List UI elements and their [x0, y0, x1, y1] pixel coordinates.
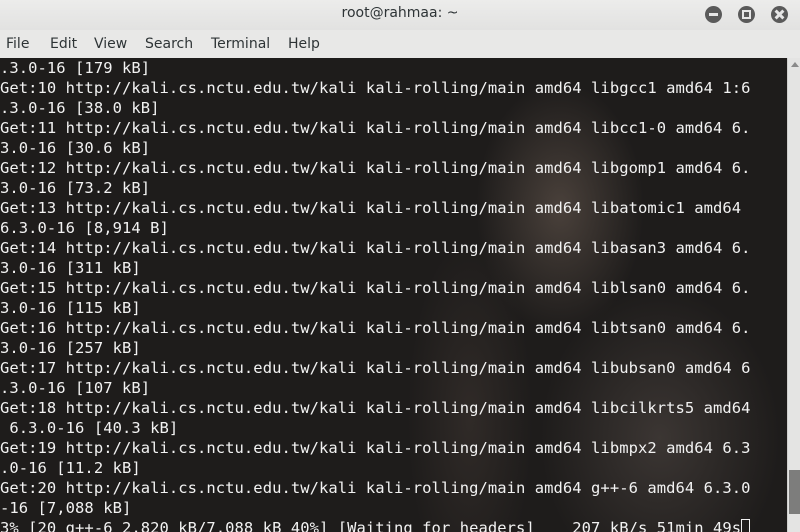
- terminal-line: -16 [7,088 kB]: [0, 499, 131, 518]
- terminal-line-text: Get:12 http://kali.cs.nctu.edu.tw/kali k…: [0, 159, 751, 177]
- title-bar[interactable]: root@rahmaa: ~: [0, 0, 800, 30]
- terminal-output[interactable]: .3.0-16 [179 kB] Get:10 http://kali.cs.nc…: [0, 58, 787, 532]
- terminal-line-text: Get:19 http://kali.cs.nctu.edu.tw/kali k…: [0, 439, 751, 457]
- terminal-line: Get:19 http://kali.cs.nctu.edu.tw/kali k…: [0, 439, 751, 458]
- menu-file[interactable]: File: [6, 36, 29, 52]
- menu-search[interactable]: Search: [145, 36, 193, 52]
- terminal-line-text: Get:17 http://kali.cs.nctu.edu.tw/kali k…: [0, 359, 751, 377]
- terminal-line-text: Get:20 http://kali.cs.nctu.edu.tw/kali k…: [0, 479, 751, 497]
- terminal-line: Get:14 http://kali.cs.nctu.edu.tw/kali k…: [0, 239, 751, 258]
- terminal-line: Get:17 http://kali.cs.nctu.edu.tw/kali k…: [0, 359, 751, 378]
- scroll-up-arrow-icon[interactable]: [791, 62, 799, 67]
- terminal-line-text: .3.0-16 [179 kB]: [0, 59, 151, 77]
- terminal-line: Get:18 http://kali.cs.nctu.edu.tw/kali k…: [0, 399, 751, 418]
- terminal-line-text: 3.0-16 [115 kB]: [0, 299, 141, 317]
- terminal-line-text: 6.3.0-16 [40.3 kB]: [0, 419, 179, 437]
- terminal-line-text: Get:18 http://kali.cs.nctu.edu.tw/kali k…: [0, 399, 751, 417]
- terminal-line: Get:11 http://kali.cs.nctu.edu.tw/kali k…: [0, 119, 751, 138]
- terminal-line-text: Get:14 http://kali.cs.nctu.edu.tw/kali k…: [0, 239, 751, 257]
- window-title: root@rahmaa: ~: [341, 5, 459, 21]
- cursor: [741, 519, 751, 532]
- terminal-line-text: Get:15 http://kali.cs.nctu.edu.tw/kali k…: [0, 279, 751, 297]
- terminal-line-text: 3.0-16 [257 kB]: [0, 339, 141, 357]
- terminal-line: Get:13 http://kali.cs.nctu.edu.tw/kali k…: [0, 199, 741, 218]
- menu-edit[interactable]: Edit: [50, 36, 77, 52]
- maximize-button[interactable]: [738, 6, 755, 23]
- menu-view[interactable]: View: [94, 36, 127, 52]
- terminal-line: .3.0-16 [179 kB]: [0, 59, 150, 78]
- terminal-line-text: Get:11 http://kali.cs.nctu.edu.tw/kali k…: [0, 119, 751, 137]
- scrollbar[interactable]: [787, 58, 800, 532]
- scrollbar-thumb[interactable]: [789, 470, 800, 514]
- terminal-line-text: 3.0-16 [30.6 kB]: [0, 139, 151, 157]
- terminal-line-text: -16 [7,088 kB]: [0, 499, 132, 517]
- terminal-line: 6.3.0-16 [40.3 kB]: [0, 419, 178, 438]
- progress-status-line: 3% [20 g++-6 2,820 kB/7,088 kB 40%] [Wai…: [0, 519, 751, 532]
- terminal-line-text: Get:10 http://kali.cs.nctu.edu.tw/kali k…: [0, 79, 751, 97]
- menu-terminal[interactable]: Terminal: [211, 36, 270, 52]
- menu-bar: File Edit View Search Terminal Help: [0, 30, 800, 59]
- terminal-line-text: .3.0-16 [38.0 kB]: [0, 99, 160, 117]
- terminal-line: Get:12 http://kali.cs.nctu.edu.tw/kali k…: [0, 159, 751, 178]
- terminal-line-text: 3.0-16 [311 kB]: [0, 259, 141, 277]
- terminal-line: Get:15 http://kali.cs.nctu.edu.tw/kali k…: [0, 279, 751, 298]
- terminal-line-text: Get:13 http://kali.cs.nctu.edu.tw/kali k…: [0, 199, 742, 217]
- terminal-window: root@rahmaa: ~ File Edit View Search Ter…: [0, 0, 800, 532]
- terminal-line-text: 3% [20 g++-6 2,820 kB/7,088 kB 40%] [Wai…: [0, 519, 742, 532]
- minimize-button[interactable]: [705, 6, 722, 23]
- terminal-line: Get:20 http://kali.cs.nctu.edu.tw/kali k…: [0, 479, 751, 498]
- terminal-line: 3.0-16 [311 kB]: [0, 259, 141, 278]
- menu-help[interactable]: Help: [288, 36, 320, 52]
- terminal-line: 6.3.0-16 [8,914 B]: [0, 219, 169, 238]
- terminal-line-text: Get:16 http://kali.cs.nctu.edu.tw/kali k…: [0, 319, 751, 337]
- close-button[interactable]: [771, 6, 788, 23]
- terminal-line: 3.0-16 [30.6 kB]: [0, 139, 150, 158]
- terminal-line: .0-16 [11.2 kB]: [0, 459, 141, 478]
- terminal-line: .3.0-16 [107 kB]: [0, 379, 150, 398]
- terminal-line: 3.0-16 [257 kB]: [0, 339, 141, 358]
- terminal-line: 3.0-16 [115 kB]: [0, 299, 141, 318]
- terminal-line-text: .3.0-16 [107 kB]: [0, 379, 151, 397]
- terminal-line: Get:16 http://kali.cs.nctu.edu.tw/kali k…: [0, 319, 751, 338]
- terminal-line-text: .0-16 [11.2 kB]: [0, 459, 141, 477]
- terminal-line: .3.0-16 [38.0 kB]: [0, 99, 160, 118]
- terminal-line-text: 3.0-16 [73.2 kB]: [0, 179, 151, 197]
- terminal-line: Get:10 http://kali.cs.nctu.edu.tw/kali k…: [0, 79, 751, 98]
- terminal-line-text: 6.3.0-16 [8,914 B]: [0, 219, 169, 237]
- terminal-line: 3.0-16 [73.2 kB]: [0, 179, 150, 198]
